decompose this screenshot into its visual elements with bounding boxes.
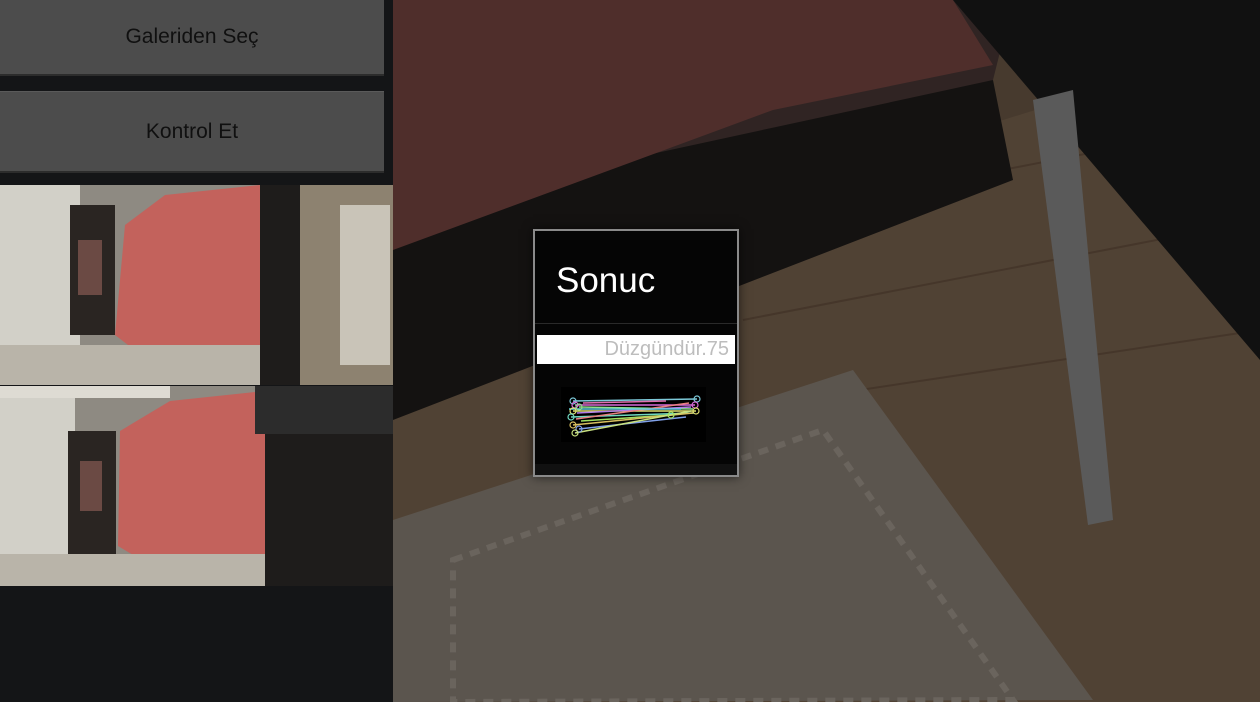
- dialog-title: Sonuc: [556, 261, 656, 300]
- dialog-divider: [535, 323, 737, 324]
- match-score: 75: [706, 338, 729, 360]
- result-text: Düzgündür.: [604, 338, 707, 360]
- select-from-gallery-button[interactable]: Galeriden Seç: [0, 0, 384, 76]
- check-button-label: Kontrol Et: [145, 119, 239, 143]
- select-from-gallery-label: Galeriden Seç: [125, 25, 259, 48]
- reference-image: [0, 185, 393, 385]
- captured-image: [0, 386, 393, 586]
- app-screen: Galeriden Seç Kontrol Et Sonuc Düzgündür…: [0, 0, 1260, 702]
- dialog-footer: [535, 464, 737, 475]
- left-panel: Galeriden Seç Kontrol Et: [0, 0, 393, 702]
- result-field: Düzgündür. 75: [537, 335, 735, 364]
- feature-match-image: [561, 387, 706, 447]
- camera-scene: [393, 0, 1260, 702]
- result-dialog: Sonuc Düzgündür. 75: [533, 229, 739, 477]
- check-button[interactable]: Kontrol Et: [0, 91, 384, 173]
- camera-preview: [393, 0, 1260, 702]
